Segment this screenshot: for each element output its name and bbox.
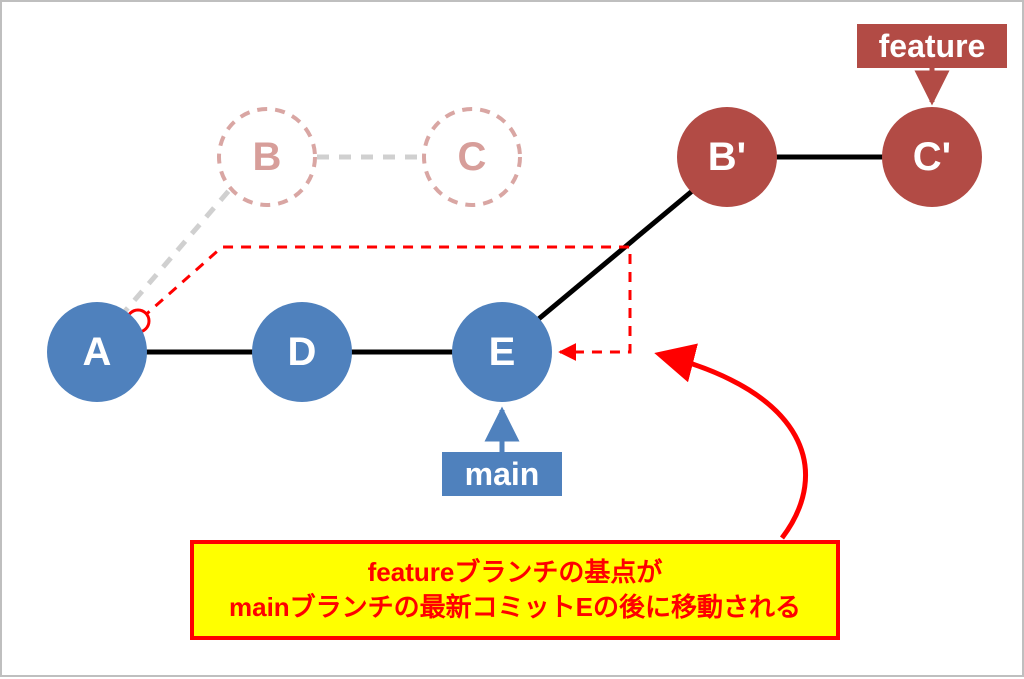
callout-line2: mainブランチの最新コミットEの後に移動される bbox=[229, 592, 801, 622]
commit-bp-label: B' bbox=[708, 135, 746, 179]
callout-text: featureブランチの基点が mainブランチの最新コミットEの後に移動される bbox=[229, 555, 801, 625]
commit-c-ghost-label: C bbox=[458, 135, 487, 179]
callout-box: featureブランチの基点が mainブランチの最新コミットEの後に移動される bbox=[190, 540, 840, 640]
main-branch-label: main bbox=[465, 456, 540, 492]
feature-branch-label: feature bbox=[879, 28, 986, 64]
rebase-path bbox=[142, 247, 630, 352]
commit-a-label: A bbox=[83, 330, 112, 374]
commit-b-ghost-label: B bbox=[253, 135, 282, 179]
commit-d-label: D bbox=[288, 330, 317, 374]
callout-line1: featureブランチの基点が bbox=[368, 557, 663, 587]
commit-e-label: E bbox=[489, 330, 516, 374]
edge-e-bp bbox=[535, 187, 697, 322]
diagram-frame: A D E B C B' C' feature main featureブランチ… bbox=[0, 0, 1024, 677]
callout-arrow bbox=[662, 355, 806, 538]
commit-cp-label: C' bbox=[913, 135, 951, 179]
